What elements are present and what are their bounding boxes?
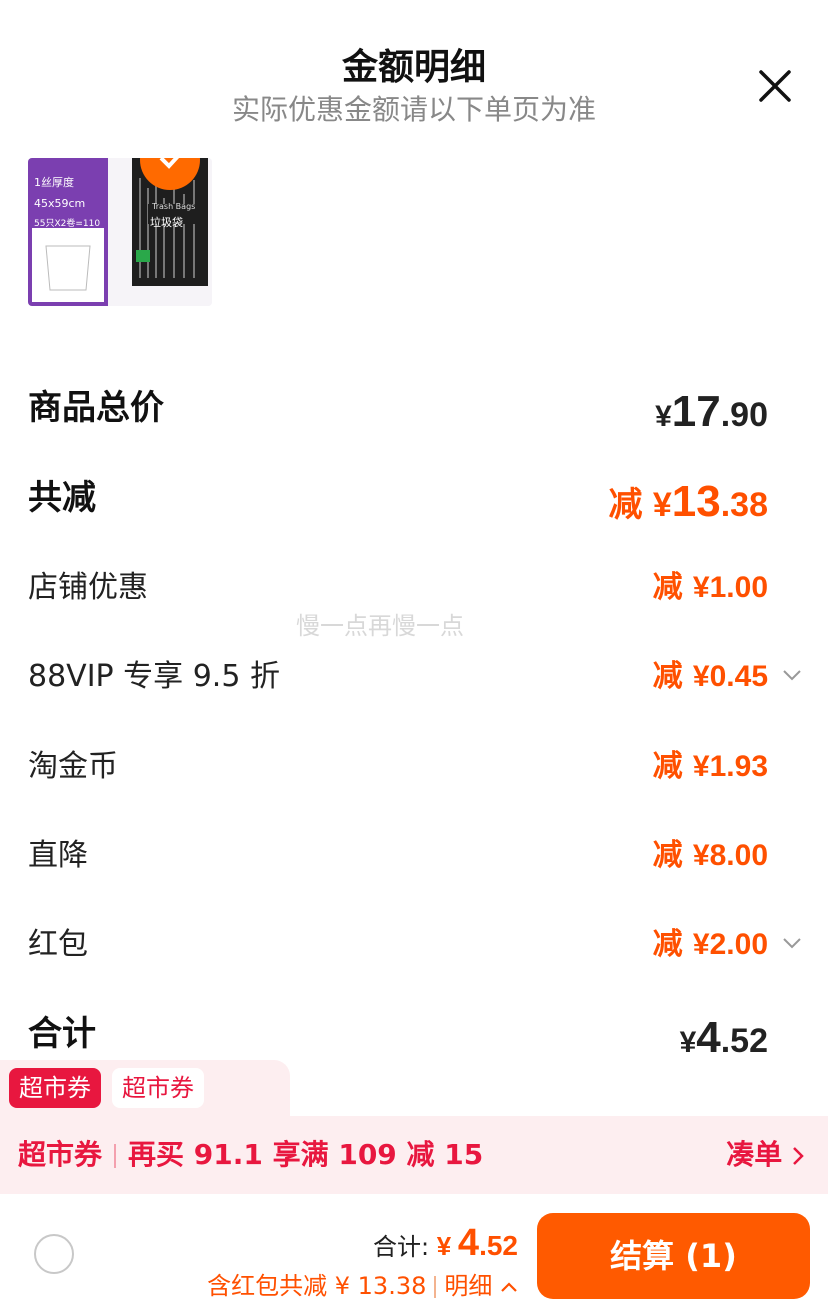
discount-value: 减 ¥0.45 — [652, 660, 768, 693]
sheet-title: 金额明细 — [341, 47, 486, 88]
coupon-tab[interactable]: 超市券 — [112, 1068, 204, 1108]
total-discount-label: 共减 — [28, 478, 96, 518]
grand-total-value: ¥4.52 — [679, 1013, 768, 1062]
discount-label: 红包 — [28, 927, 88, 962]
chevron-down-icon[interactable] — [782, 937, 802, 949]
goods-total-row: 商品总价 ¥17.90 — [28, 378, 800, 438]
coupon-tab-active[interactable]: 超市券 — [9, 1068, 101, 1108]
goods-total-label: 商品总价 — [28, 388, 164, 428]
discount-value: 减 ¥1.00 — [652, 571, 768, 604]
sheet-subtitle: 实际优惠金额请以下单页为准 — [231, 93, 596, 126]
total-discount-value: 减 ¥13.38 — [608, 477, 768, 526]
watermark: 慢一点再慢一点 — [296, 612, 464, 640]
package-label: 垃圾袋 — [150, 216, 183, 229]
discount-row-redpacket[interactable]: 红包 减 ¥2.00 — [28, 915, 802, 975]
divider — [114, 1144, 117, 1168]
grand-total-row: 合计 ¥4.52 — [28, 1004, 800, 1064]
product-thumbnail: 1丝厚度 45x59cm 55只X2卷=110只 垃圾袋 Trash Bags — [28, 158, 212, 306]
discount-row-direct: 直降 减 ¥8.00 — [28, 826, 800, 886]
product-spec-line: 45x59cm — [34, 197, 86, 210]
product-spec-line: 1丝厚度 — [34, 176, 74, 189]
total-discount-row: 共减 减 ¥13.38 — [28, 468, 800, 528]
coupon-tabs: 超市券 超市券 — [0, 1060, 290, 1118]
divider — [434, 1276, 437, 1298]
coupon-bar-tag: 超市券 — [18, 1138, 103, 1171]
footer-total: 合计: ¥ 4.52 — [373, 1222, 518, 1265]
coupon-bar[interactable]: 超市券 再买 91.1 享满 109 减 15 凑单 — [0, 1116, 828, 1194]
goods-total-value: ¥17.90 — [655, 387, 768, 436]
package-sublabel: Trash Bags — [152, 202, 196, 211]
discount-label: 店铺优惠 — [28, 570, 148, 605]
add-items-link[interactable]: 凑单 — [726, 1116, 804, 1194]
close-icon[interactable] — [755, 66, 795, 106]
coupon-bar-text: 超市券 再买 91.1 享满 109 减 15 — [18, 1116, 483, 1194]
discount-label: 直降 — [28, 838, 88, 873]
discount-label: 88VIP 专享 9.5 折 — [28, 659, 280, 694]
discount-value: 减 ¥1.93 — [652, 750, 768, 783]
product-spec-line: 55只X2卷=110只 — [34, 219, 101, 250]
discount-value: 减 ¥8.00 — [652, 839, 768, 872]
checkout-button[interactable]: 结算 (1) — [537, 1213, 810, 1299]
detail-toggle[interactable]: 明细 — [444, 1272, 518, 1300]
chevron-up-icon — [501, 1282, 517, 1292]
checkout-footer: 合计: ¥ 4.52 含红包共减 ¥ 13.38 明细 结算 (1) — [0, 1194, 828, 1304]
select-all-checkbox[interactable] — [34, 1234, 74, 1274]
discount-row-88vip[interactable]: 88VIP 专享 9.5 折 减 ¥0.45 — [28, 647, 802, 707]
discount-value: 减 ¥2.00 — [652, 928, 768, 961]
footer-savings: 含红包共减 ¥ 13.38 明细 — [207, 1266, 518, 1301]
discount-label: 淘金币 — [28, 749, 118, 784]
discount-row-taojinbi: 淘金币 减 ¥1.93 — [28, 737, 800, 797]
chevron-down-icon[interactable] — [782, 669, 802, 681]
footer-total-label: 合计: — [373, 1233, 430, 1261]
savings-text: 含红包共减 ¥ 13.38 — [207, 1272, 427, 1300]
grand-total-label: 合计 — [28, 1014, 96, 1054]
footer-total-amount: ¥ 4.52 — [436, 1222, 518, 1264]
chevron-right-icon — [793, 1147, 804, 1165]
coupon-bar-message: 再买 91.1 享满 109 减 15 — [128, 1138, 484, 1171]
